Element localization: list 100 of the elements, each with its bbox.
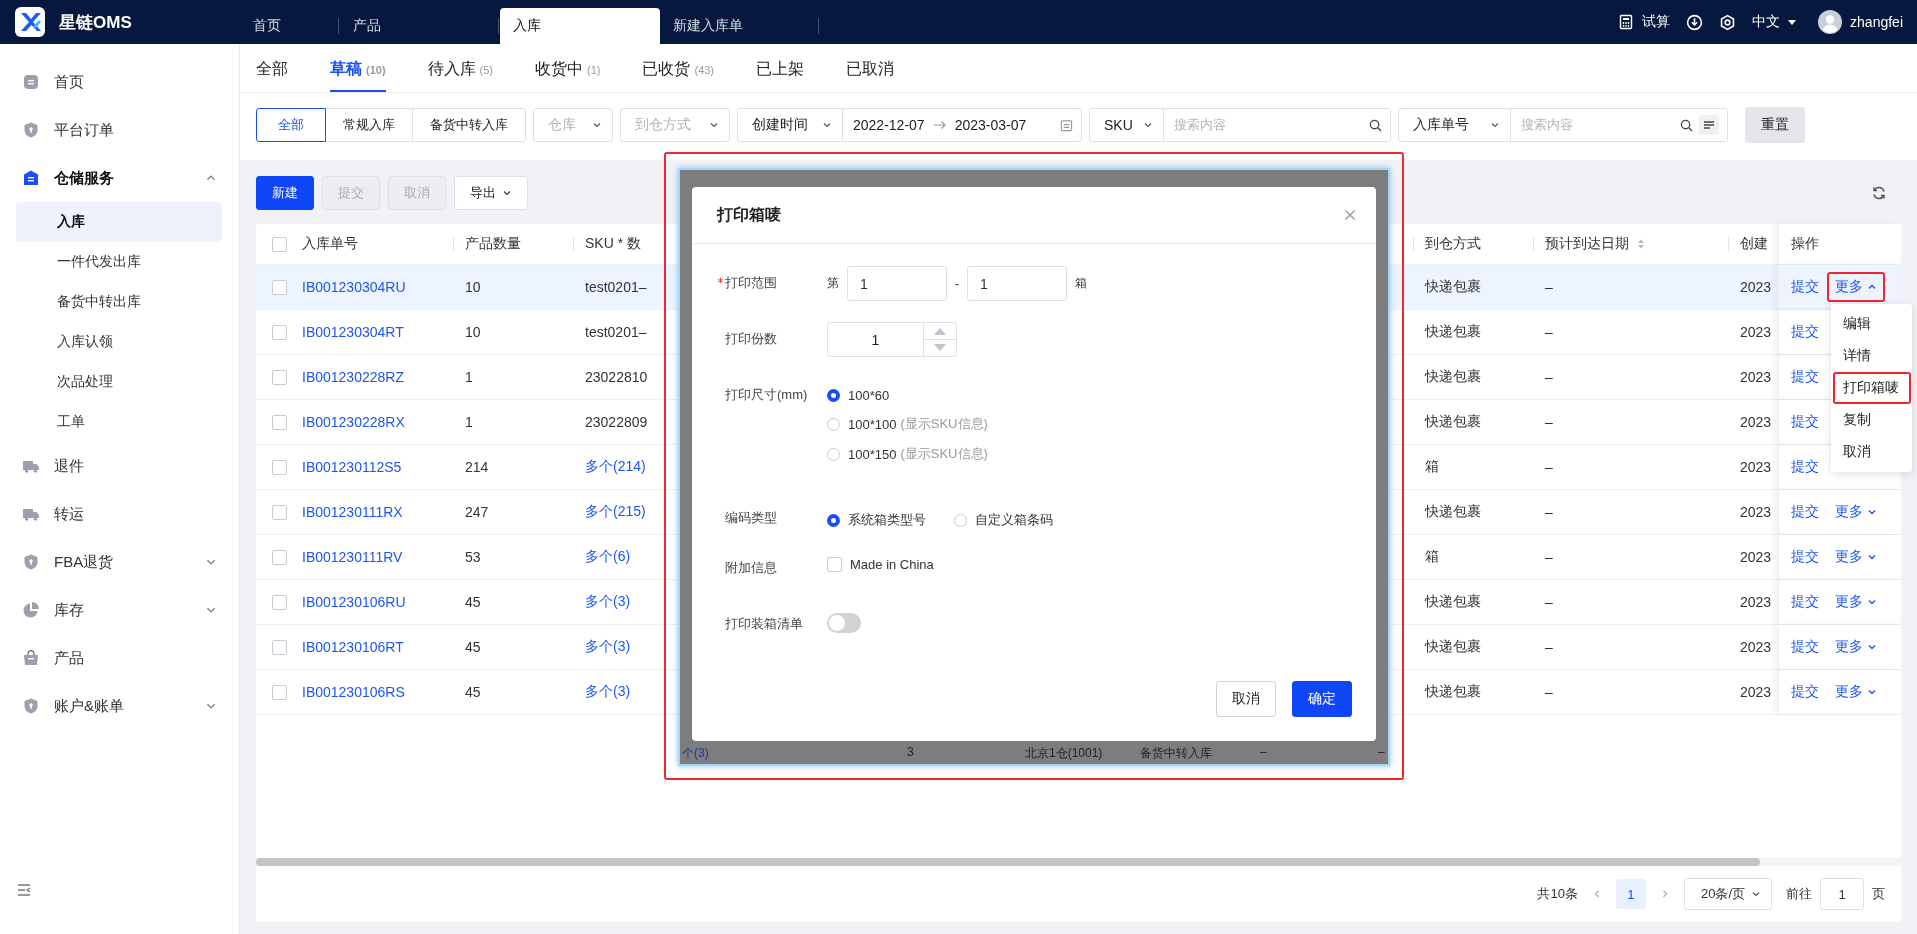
range-start-field[interactable]: 1 [847, 266, 947, 301]
row-checkbox[interactable] [272, 684, 287, 700]
status-tab[interactable]: 已上架 [756, 44, 805, 92]
menu-item[interactable]: 详情 [1833, 340, 1911, 372]
sku-link[interactable]: 多个(3) [585, 638, 631, 656]
toggle-switch[interactable] [827, 613, 861, 633]
status-tab[interactable]: 待入库 (5) [427, 44, 493, 92]
page-tab[interactable]: 产品 [340, 8, 500, 44]
row-checkbox[interactable] [272, 324, 287, 340]
sku-link[interactable]: 多个(215) [585, 503, 646, 521]
more-button[interactable]: 更多 [1827, 587, 1885, 617]
order-number-link[interactable]: IB001230106RT [302, 639, 404, 655]
toolbar-button[interactable]: 新建 [256, 176, 314, 210]
sidebar-subitem[interactable]: 入库 [16, 202, 222, 242]
collapse-menu-icon[interactable] [16, 882, 32, 898]
status-tab[interactable]: 全部 [256, 44, 288, 92]
order-number-link[interactable]: IB001230304RU [302, 279, 406, 295]
submit-link[interactable]: 提交 [1791, 278, 1819, 296]
row-checkbox[interactable] [272, 504, 287, 520]
dialog-button[interactable]: 确定 [1292, 681, 1352, 717]
order-number-link[interactable]: IB001230106RU [302, 594, 406, 610]
radio-option[interactable]: 100*100 (显示SKU信息) [827, 415, 988, 433]
type-segment[interactable]: 常规入库 [325, 108, 413, 142]
submit-link[interactable]: 提交 [1791, 548, 1819, 566]
settings-icon[interactable] [1719, 13, 1737, 31]
order-number-link[interactable]: IB001230304RT [302, 324, 404, 340]
sku-link[interactable]: 多个(214) [585, 458, 646, 476]
sidebar-item[interactable]: 仓储服务 [0, 154, 239, 202]
goto-page-field[interactable]: 1 [1820, 878, 1864, 910]
sidebar-item[interactable]: 退件 [0, 442, 239, 490]
row-checkbox[interactable] [272, 594, 287, 610]
checkbox-option[interactable]: Made in China [827, 557, 934, 572]
menu-item[interactable]: 打印箱唛 [1833, 372, 1911, 404]
submit-link[interactable]: 提交 [1791, 458, 1819, 476]
sort-icon[interactable] [1637, 238, 1645, 250]
order-number-link[interactable]: IB001230111RV [302, 549, 403, 565]
status-tab[interactable]: 已收货 (43) [642, 44, 715, 92]
submit-link[interactable]: 提交 [1791, 368, 1819, 386]
menu-item[interactable]: 编辑 [1833, 308, 1911, 340]
page-size-select[interactable]: 20条/页 [1683, 878, 1772, 910]
order-number-link[interactable]: IB001230228RZ [302, 369, 404, 385]
submit-link[interactable]: 提交 [1791, 683, 1819, 701]
page-tab[interactable]: 入库 [500, 8, 660, 44]
sidebar-subitem[interactable]: 备货中转出库 [16, 282, 222, 322]
menu-item[interactable]: 复制 [1833, 404, 1911, 436]
download-icon[interactable] [1686, 13, 1704, 31]
sidebar-item[interactable]: FBA退货 [0, 538, 239, 586]
range-end-field[interactable]: 1 [967, 266, 1067, 301]
row-checkbox[interactable] [272, 279, 287, 295]
type-segment[interactable]: 全部 [256, 108, 326, 142]
sidebar-item[interactable]: 库存 [0, 586, 239, 634]
sku-link[interactable]: 多个(6) [585, 548, 631, 566]
order-number-link[interactable]: IB001230106RS [302, 684, 405, 700]
status-tab[interactable]: 收货中 (1) [535, 44, 601, 92]
radio-option[interactable]: 系统箱类型号 [827, 511, 926, 529]
row-checkbox[interactable] [272, 369, 287, 385]
sidebar-item[interactable]: 转运 [0, 490, 239, 538]
close-icon[interactable] [1344, 209, 1356, 221]
select-all-checkbox[interactable] [272, 236, 287, 252]
checkbox[interactable] [827, 557, 842, 572]
more-button[interactable]: 更多 [1827, 542, 1885, 572]
sidebar-subitem[interactable]: 入库认领 [16, 322, 222, 362]
sidebar-item[interactable]: 账户&账单 [0, 682, 239, 730]
order-number-link[interactable]: IB001230111RX [302, 504, 403, 520]
radio-option[interactable]: 100*150 (显示SKU信息) [827, 445, 988, 463]
submit-link[interactable]: 提交 [1791, 638, 1819, 656]
order-number-link[interactable]: IB001230228RX [302, 414, 405, 430]
row-checkbox[interactable] [272, 459, 287, 475]
page-tab[interactable]: 新建入库单 [660, 8, 820, 44]
order-number-link[interactable]: IB001230112S5 [302, 459, 402, 475]
radio-option[interactable]: 自定义箱条码 [954, 511, 1053, 529]
toolbar-button[interactable]: 导出 [454, 176, 528, 210]
sku-link[interactable]: 多个(3) [585, 683, 631, 701]
type-segment[interactable]: 备货中转入库 [412, 108, 526, 142]
reset-button[interactable]: 重置 [1745, 107, 1805, 143]
language-select[interactable]: 中文 [1752, 13, 1797, 31]
sidebar-subitem[interactable]: 工单 [16, 402, 222, 442]
sidebar-item[interactable]: 产品 [0, 634, 239, 682]
page-tab[interactable]: 首页 [240, 8, 340, 44]
submit-link[interactable]: 提交 [1791, 323, 1819, 341]
more-button[interactable]: 更多 [1827, 272, 1885, 302]
status-tab[interactable]: 已取消 [846, 44, 895, 92]
more-button[interactable]: 更多 [1827, 632, 1885, 662]
sku-link[interactable]: 多个(3) [585, 593, 631, 611]
submit-link[interactable]: 提交 [1791, 593, 1819, 611]
sidebar-item[interactable]: 平台订单 [0, 106, 239, 154]
radio-button[interactable] [827, 513, 840, 527]
radio-button[interactable] [827, 389, 840, 402]
radio-option[interactable]: 100*60 [827, 388, 988, 403]
submit-link[interactable]: 提交 [1791, 503, 1819, 521]
calculator-button[interactable]: 试算 [1618, 13, 1671, 31]
scrollbar-thumb[interactable] [256, 858, 1760, 866]
avatar-icon[interactable] [1818, 10, 1843, 34]
submit-link[interactable]: 提交 [1791, 413, 1819, 431]
refresh-icon[interactable] [1871, 185, 1887, 201]
dialog-button[interactable]: 取消 [1216, 681, 1276, 717]
sidebar-item[interactable]: 首页 [0, 58, 239, 106]
sidebar-subitem[interactable]: 一件代发出库 [16, 242, 222, 282]
row-checkbox[interactable] [272, 549, 287, 565]
more-button[interactable]: 更多 [1827, 497, 1885, 527]
